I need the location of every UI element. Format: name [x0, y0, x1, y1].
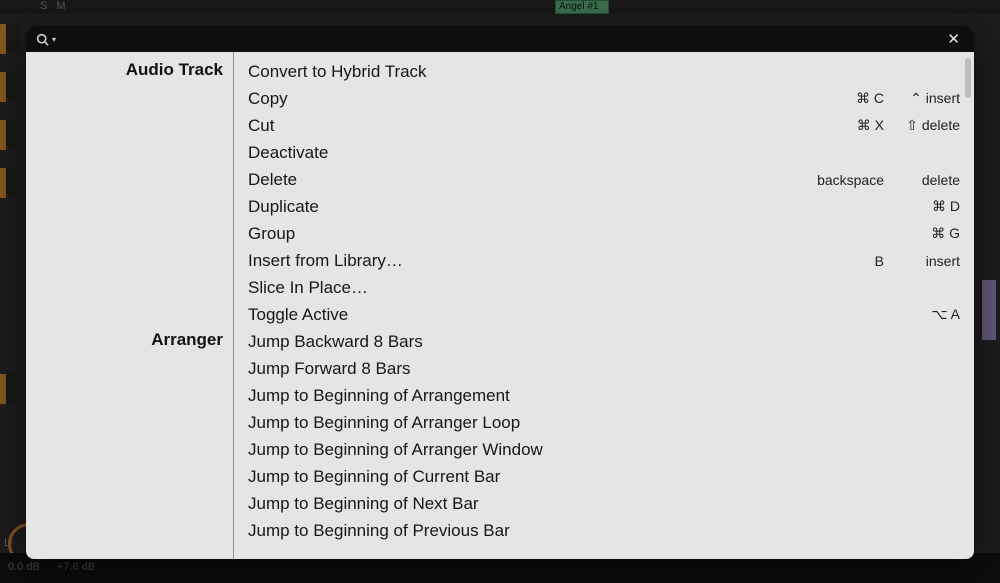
command-row[interactable]: Toggle Active ⌥ A [248, 301, 960, 328]
command-row[interactable]: Duplicate ⌘ D [248, 193, 960, 220]
shortcut-secondary: ⌥ A [888, 306, 960, 323]
panel-header: ▾ ✕ [26, 26, 974, 52]
command-label: Delete [248, 170, 812, 190]
command-row[interactable]: Jump to Beginning of Current Bar [248, 463, 960, 490]
command-label: Jump Forward 8 Bars [248, 359, 812, 379]
command-row[interactable]: Jump to Beginning of Next Bar [248, 490, 960, 517]
command-column: Convert to Hybrid TrackCopy⌘ C⌃ insertCu… [234, 52, 974, 559]
panel-body: Audio Track Arranger Convert to Hybrid Tr… [26, 52, 974, 559]
command-label: Insert from Library… [248, 251, 812, 271]
command-label: Slice In Place… [248, 278, 812, 298]
command-row[interactable]: Jump to Beginning of Arranger Loop [248, 409, 960, 436]
command-label: Convert to Hybrid Track [248, 62, 812, 82]
command-row[interactable]: Jump Forward 8 Bars [248, 355, 960, 382]
command-label: Copy [248, 89, 812, 109]
shortcut-primary: ⌘ X [812, 117, 884, 134]
close-button[interactable]: ✕ [943, 30, 964, 49]
shortcut-secondary: delete [888, 172, 960, 188]
command-row[interactable]: Insert from Library…Binsert [248, 247, 960, 274]
command-row[interactable]: Jump to Beginning of Arrangement [248, 382, 960, 409]
command-label: Jump to Beginning of Arranger Window [248, 440, 812, 460]
shortcut-secondary: ⌘ G [888, 225, 960, 242]
command-row[interactable]: Cut⌘ X⇧ delete [248, 112, 960, 139]
shortcut-secondary: ⌃ insert [888, 90, 960, 107]
command-label: Jump to Beginning of Previous Bar [248, 521, 812, 541]
command-row[interactable]: Slice In Place… [248, 274, 960, 301]
command-row[interactable]: Deactivate [248, 139, 960, 166]
command-row[interactable]: Deletebackspacedelete [248, 166, 960, 193]
category-label: Audio Track [126, 60, 223, 80]
category-column: Audio Track Arranger [26, 52, 234, 559]
search-input[interactable]: ▾ [36, 33, 56, 46]
command-label: Deactivate [248, 143, 812, 163]
command-label: Toggle Active [248, 305, 812, 325]
shortcut-secondary: ⌘ D [888, 198, 960, 215]
command-label: Jump to Beginning of Arranger Loop [248, 413, 812, 433]
command-label: Jump to Beginning of Arrangement [248, 386, 812, 406]
command-row[interactable]: Jump Backward 8 Bars [248, 328, 960, 355]
shortcut-secondary: insert [888, 253, 960, 269]
shortcut-primary: backspace [812, 172, 884, 188]
command-row[interactable]: Group ⌘ G [248, 220, 960, 247]
command-label: Duplicate [248, 197, 812, 217]
command-search-panel: ▾ ✕ Audio Track Arranger Convert to Hybri… [26, 26, 974, 559]
search-icon [36, 33, 49, 46]
command-label: Group [248, 224, 812, 244]
command-label: Jump to Beginning of Next Bar [248, 494, 812, 514]
command-row[interactable]: Jump to Beginning of Previous Bar [248, 517, 960, 544]
category-label: Arranger [151, 330, 223, 350]
command-row[interactable]: Convert to Hybrid Track [248, 58, 960, 85]
shortcut-primary: B [812, 253, 884, 269]
command-label: Cut [248, 116, 812, 136]
command-label: Jump to Beginning of Current Bar [248, 467, 812, 487]
chevron-down-icon: ▾ [52, 35, 56, 44]
shortcut-primary: ⌘ C [812, 90, 884, 107]
command-row[interactable]: Copy⌘ C⌃ insert [248, 85, 960, 112]
command-label: Jump Backward 8 Bars [248, 332, 812, 352]
command-row[interactable]: Jump to Beginning of Arranger Window [248, 436, 960, 463]
shortcut-secondary: ⇧ delete [888, 117, 960, 134]
